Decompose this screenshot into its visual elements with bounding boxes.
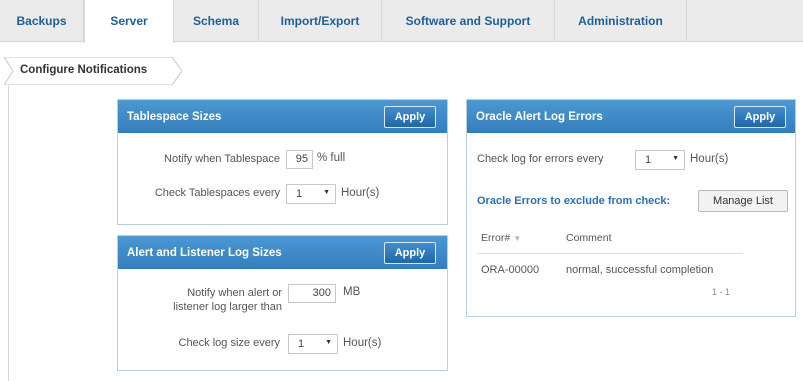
tab-server[interactable]: Server [84, 0, 174, 43]
oracle-errors-exclude-label: Oracle Errors to exclude from check: [477, 195, 671, 207]
oracle-errors-apply-button[interactable]: Apply [734, 106, 786, 128]
oracle-alert-log-errors-header: Oracle Alert Log Errors Apply [467, 100, 795, 133]
alert-log-hours-unit: Hour(s) [343, 337, 382, 349]
alert-log-check-label: Check log size every [178, 337, 281, 349]
alert-log-sizes-panel: Alert and Listener Log Sizes Apply Notif… [117, 235, 448, 371]
alert-log-sizes-header: Alert and Listener Log Sizes Apply [118, 236, 447, 269]
oracle-errors-hours-select[interactable]: 1 ▼ [635, 150, 685, 170]
tab-software-and-support[interactable]: Software and Support [382, 0, 555, 42]
alert-log-notify-label-line2: listener log larger than [173, 301, 282, 313]
sort-icon: ▼ [513, 234, 522, 243]
dropdown-arrow-icon: ▼ [323, 189, 330, 196]
alert-log-hours-select[interactable]: 1 ▼ [288, 334, 338, 354]
tablespace-check-label: Check Tablespaces every [154, 187, 280, 199]
panel-title: Alert and Listener Log Sizes [127, 247, 282, 259]
tablespace-hours-unit: Hour(s) [341, 187, 380, 199]
tablespace-percent-input[interactable]: 95 [286, 150, 313, 169]
alert-log-size-input[interactable]: 300 [288, 284, 336, 303]
main-tab-bar: Backups Server Schema Import/Export Soft… [0, 0, 803, 43]
dropdown-arrow-icon: ▼ [325, 339, 332, 346]
column-header-error[interactable]: Error# ▼ [481, 232, 521, 244]
error-code-cell: ORA-00000 [481, 264, 540, 276]
tab-schema[interactable]: Schema [174, 0, 259, 42]
breadcrumb-item-configure-notifications[interactable]: Configure Notifications [20, 64, 147, 76]
alert-log-apply-button[interactable]: Apply [384, 242, 436, 264]
tablespace-sizes-panel: Tablespace Sizes Apply Notify when Table… [117, 99, 448, 225]
oracle-alert-log-errors-panel: Oracle Alert Log Errors Apply Check log … [466, 99, 796, 317]
tablespace-percent-unit: % full [317, 152, 346, 164]
tablespace-sizes-header: Tablespace Sizes Apply [118, 100, 447, 133]
tab-import-export[interactable]: Import/Export [259, 0, 382, 42]
comment-cell: normal, successful completion [566, 264, 714, 276]
grid-header-divider [477, 253, 743, 254]
panel-title: Oracle Alert Log Errors [476, 111, 603, 123]
tab-backups[interactable]: Backups [0, 0, 84, 42]
tab-administration[interactable]: Administration [555, 0, 687, 42]
alert-log-notify-label-line1: Notify when alert or [187, 287, 282, 299]
manage-list-button[interactable]: Manage List [698, 190, 788, 212]
oracle-errors-hours-unit: Hour(s) [690, 153, 729, 165]
tablespace-hours-select[interactable]: 1 ▼ [286, 184, 336, 204]
tablespace-apply-button[interactable]: Apply [384, 106, 436, 128]
column-header-comment[interactable]: Comment [566, 232, 612, 244]
pagination-range: 1 - 1 [712, 287, 731, 297]
alert-log-size-unit: MB [343, 286, 361, 298]
tablespace-notify-label: Notify when Tablespace [164, 153, 280, 165]
left-divider [8, 85, 9, 381]
oracle-errors-check-label: Check log for errors every [477, 153, 604, 165]
dropdown-arrow-icon: ▼ [672, 155, 679, 162]
panel-title: Tablespace Sizes [127, 111, 222, 123]
